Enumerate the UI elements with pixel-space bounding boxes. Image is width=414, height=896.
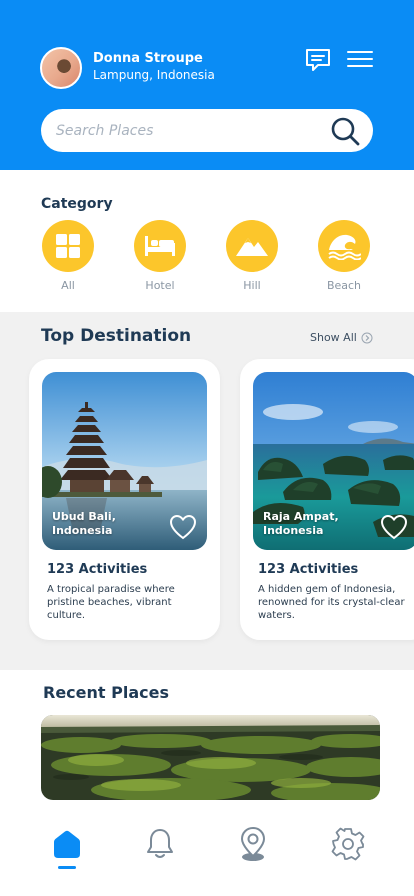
user-name: Donna Stroupe <box>93 51 203 66</box>
recent-places-title: Recent Places <box>43 683 169 702</box>
search-input[interactable] <box>56 109 316 152</box>
heart-icon[interactable] <box>380 514 408 540</box>
user-location: Lampung, Indonesia <box>93 68 215 82</box>
active-tab-indicator <box>58 866 76 869</box>
activities-count: 123 Activities <box>47 562 148 577</box>
category-hill[interactable]: Hill <box>226 220 278 292</box>
recent-place-card[interactable] <box>41 715 380 800</box>
menu-icon[interactable] <box>346 46 374 74</box>
gear-icon <box>331 827 365 861</box>
chat-icon[interactable] <box>304 46 332 74</box>
header: Donna Stroupe Lampung, Indonesia <box>0 0 414 170</box>
category-title: Category <box>41 196 113 212</box>
destination-image: Raja Ampat, Indonesia <box>253 372 414 550</box>
destination-name: Ubud Bali, Indonesia <box>52 510 116 537</box>
category-all[interactable]: All <box>42 220 94 292</box>
destination-image: Ubud Bali, Indonesia <box>42 372 207 550</box>
category-label: Beach <box>326 279 362 292</box>
avatar[interactable] <box>40 47 82 89</box>
category-beach[interactable]: Beach <box>318 220 370 292</box>
nav-settings[interactable] <box>328 824 368 864</box>
show-all-label: Show All <box>310 331 357 344</box>
mountain-icon <box>236 238 268 256</box>
destination-card[interactable]: Raja Ampat, Indonesia 123 Activities A h… <box>240 359 414 640</box>
show-all-link[interactable]: Show All <box>310 331 373 344</box>
heart-icon[interactable] <box>169 514 197 540</box>
category-label: Hill <box>243 279 261 292</box>
category-hotel[interactable]: Hotel <box>134 220 186 292</box>
recent-place-photo <box>41 715 380 800</box>
activities-count: 123 Activities <box>258 562 359 577</box>
nav-location[interactable] <box>233 824 273 864</box>
grid-icon <box>56 234 80 258</box>
destination-description: A hidden gem of Indonesia, renowned for … <box>258 584 405 621</box>
search-icon[interactable] <box>329 115 361 147</box>
home-icon <box>54 830 80 858</box>
bottom-navigation <box>0 806 414 896</box>
wave-icon <box>328 234 361 260</box>
destination-card[interactable]: Ubud Bali, Indonesia 123 Activities A tr… <box>29 359 220 640</box>
destination-description: A tropical paradise where pristine beach… <box>47 584 175 621</box>
bell-icon <box>147 829 173 858</box>
top-destination-title: Top Destination <box>41 326 192 346</box>
destination-name: Raja Ampat, Indonesia <box>263 510 339 537</box>
nav-notifications[interactable] <box>140 824 180 864</box>
nav-home[interactable] <box>47 824 87 864</box>
location-pin-icon <box>240 826 266 861</box>
category-label: Hotel <box>145 279 175 292</box>
category-label: All <box>61 279 75 292</box>
bed-icon <box>145 236 175 256</box>
search-bar <box>41 109 373 152</box>
chevron-right-icon <box>361 332 373 343</box>
